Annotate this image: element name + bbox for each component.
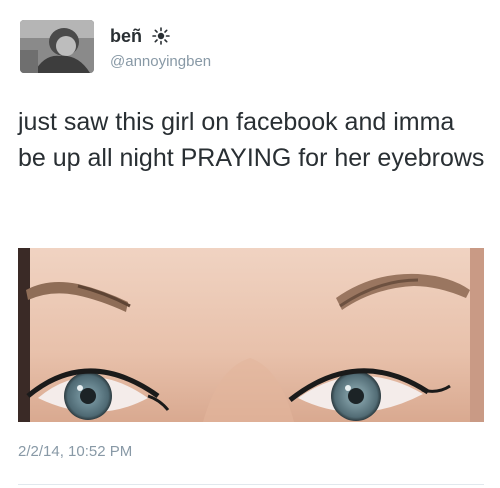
sun-icon (152, 27, 170, 45)
avatar[interactable] (20, 20, 94, 73)
user-handle[interactable]: @annoyingben (110, 52, 211, 72)
divider (18, 484, 484, 485)
eyes-photo (18, 248, 484, 422)
tweet-photo[interactable] (18, 248, 484, 422)
user-name-row: beñ (110, 24, 170, 48)
tweet-text: just saw this girl on facebook and imma … (18, 108, 485, 172)
avatar-image (20, 20, 94, 73)
tweet-timestamp[interactable]: 2/2/14, 10:52 PM (18, 442, 132, 462)
display-name[interactable]: beñ (110, 24, 142, 48)
tweet: beñ @annoyingben just saw this girl on f… (0, 0, 500, 488)
